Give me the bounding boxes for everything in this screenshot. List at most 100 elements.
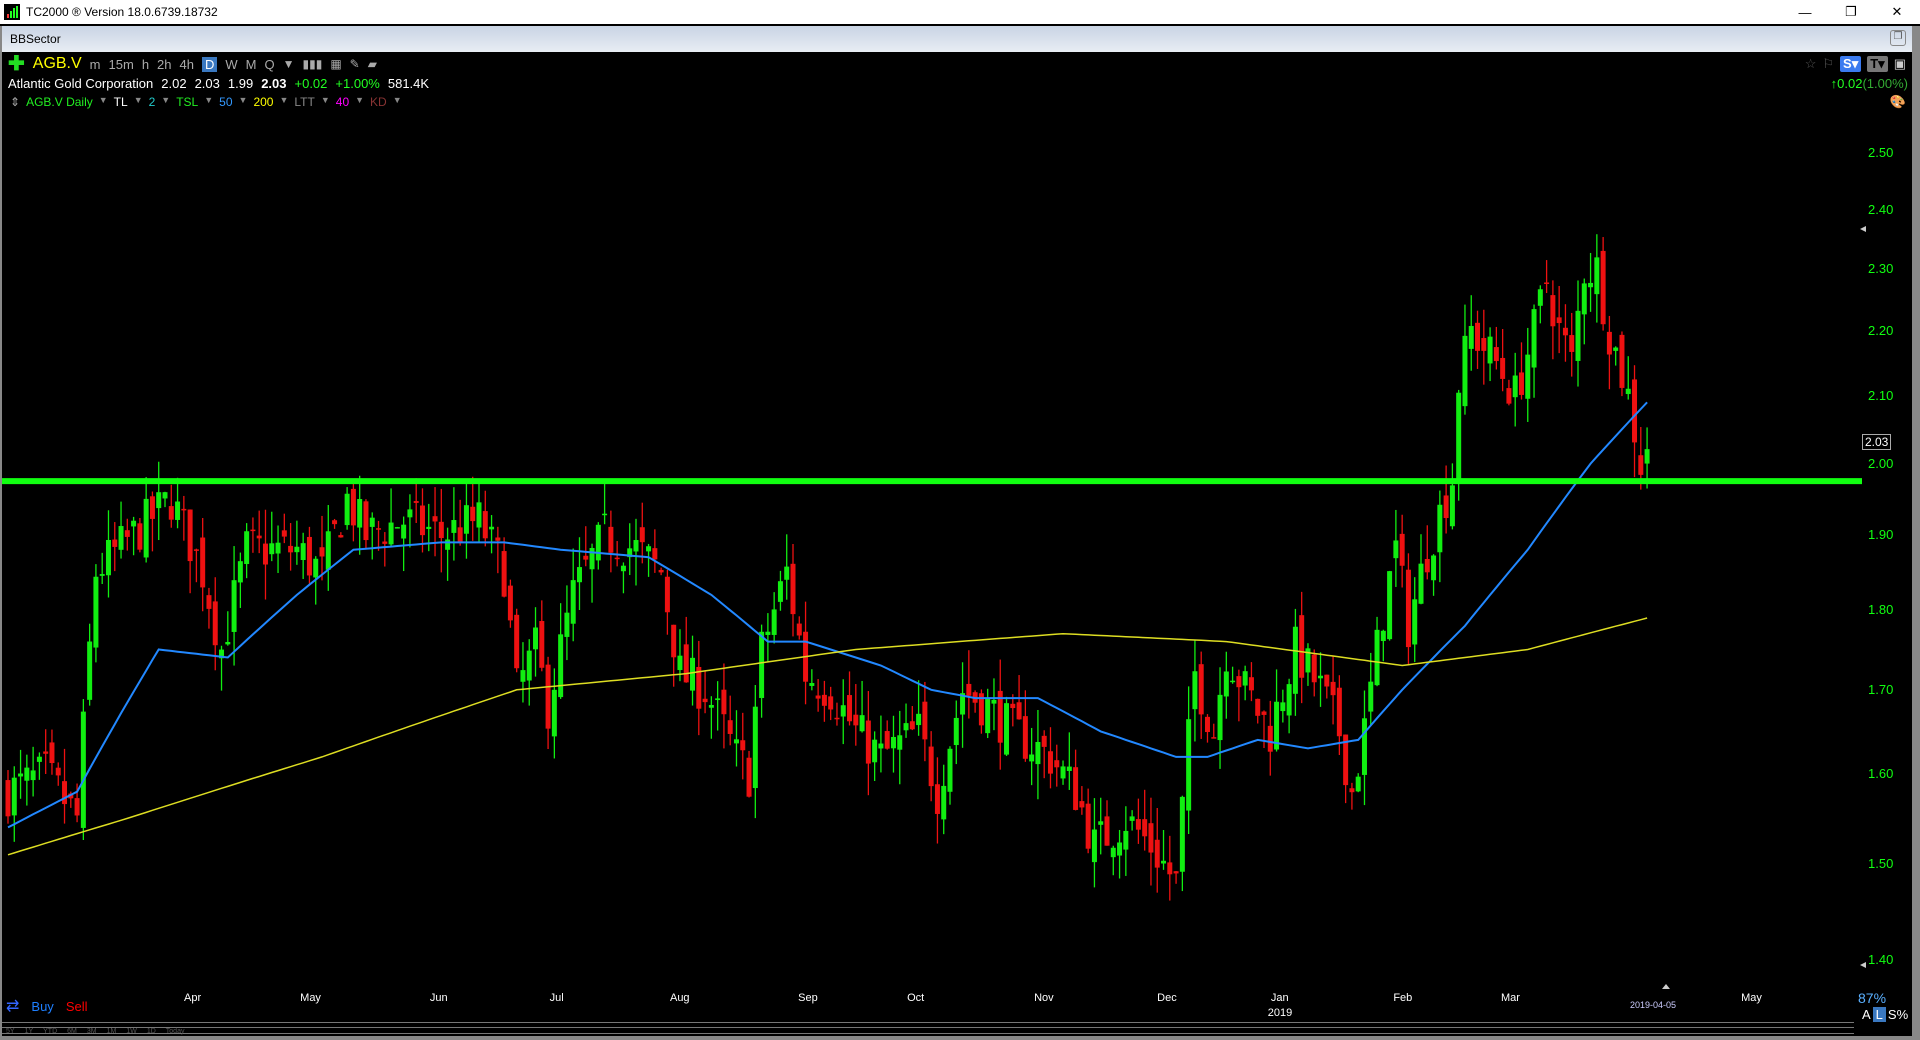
- year-label: 2019: [1267, 1007, 1293, 1019]
- calendar-icon[interactable]: ▦: [330, 57, 341, 71]
- candle-body: [934, 784, 940, 814]
- star-icon[interactable]: ☆: [1805, 56, 1817, 72]
- indicator-6[interactable]: LTT: [294, 95, 314, 109]
- indicator-1[interactable]: TL: [114, 95, 128, 109]
- dropdown-icon[interactable]: ▼: [161, 95, 170, 109]
- timeframe-4h[interactable]: 4h: [180, 57, 194, 72]
- candle-body: [363, 501, 369, 541]
- scale-log[interactable]: L: [1872, 1007, 1886, 1022]
- date-marker-icon: [1662, 984, 1670, 989]
- zoom-level[interactable]: 87%: [1858, 990, 1886, 1006]
- add-symbol-icon[interactable]: ✚: [8, 54, 25, 74]
- swap-icon[interactable]: ⇄: [6, 996, 19, 1016]
- candle-body: [225, 641, 231, 645]
- candle-body: [1047, 751, 1053, 774]
- timeframe-2h[interactable]: 2h: [157, 57, 171, 72]
- range-YTD[interactable]: YTD: [43, 1028, 57, 1035]
- range-1Y[interactable]: 1Y: [25, 1028, 34, 1035]
- candle-body: [463, 505, 469, 534]
- timeframe-W[interactable]: W: [225, 57, 237, 72]
- symbol-label[interactable]: AGB.V: [33, 55, 82, 73]
- candle-body: [1518, 372, 1524, 395]
- folder-icon[interactable]: ▰: [368, 57, 377, 71]
- candle-body: [1022, 716, 1028, 759]
- indicator-8[interactable]: KD: [370, 95, 387, 109]
- range-1W[interactable]: 1W: [126, 1028, 137, 1035]
- candle-body: [1286, 684, 1292, 716]
- dropdown-icon[interactable]: ▼: [283, 57, 295, 71]
- price-chart[interactable]: [0, 0, 1920, 1040]
- candle-body: [909, 721, 915, 730]
- candle-body: [1456, 392, 1462, 481]
- save-icon[interactable]: ▣: [1894, 56, 1906, 72]
- flag-icon[interactable]: ⚐: [1822, 56, 1834, 72]
- scale-percent[interactable]: S%: [1888, 1007, 1908, 1022]
- range-3M[interactable]: 3M: [87, 1028, 97, 1035]
- indicator-4[interactable]: 50: [219, 95, 232, 109]
- candle-body: [1424, 558, 1430, 573]
- scrollbar[interactable]: [2, 1027, 1854, 1028]
- candle-body: [1500, 357, 1506, 379]
- candle-body: [457, 527, 463, 543]
- range-5Y[interactable]: 5Y: [6, 1028, 15, 1035]
- change-pct: +1.00%: [335, 76, 380, 91]
- candle-body: [859, 715, 865, 732]
- indicator-2[interactable]: 2: [149, 95, 156, 109]
- dropdown-icon[interactable]: ▼: [134, 95, 143, 109]
- candle-body: [237, 561, 243, 583]
- candle-body: [890, 736, 896, 749]
- trade-controls: ⇄ Buy Sell: [6, 996, 88, 1016]
- timeframe-D[interactable]: D: [201, 56, 218, 72]
- dropdown-icon[interactable]: ▼: [321, 95, 330, 109]
- candle-body: [30, 770, 36, 781]
- dropdown-icon[interactable]: ▼: [393, 95, 402, 109]
- candle-body: [1148, 823, 1154, 853]
- dropdown-icon[interactable]: ▼: [279, 95, 288, 109]
- candle-body: [162, 492, 168, 499]
- timeframe-15m[interactable]: 15m: [109, 57, 134, 72]
- bar-chart-icon[interactable]: ▮▮▮: [303, 57, 323, 71]
- indicator-7[interactable]: 40: [336, 95, 349, 109]
- candle-body: [168, 506, 174, 520]
- s-menu-icon[interactable]: S▾: [1840, 56, 1862, 72]
- pencil-icon[interactable]: ✎: [350, 57, 360, 71]
- candle-body: [1606, 331, 1612, 355]
- buy-button[interactable]: Buy: [31, 999, 53, 1014]
- candle-body: [1336, 687, 1342, 737]
- candle-body: [187, 509, 193, 562]
- timeframe-h[interactable]: h: [142, 57, 149, 72]
- last-price-tag: 2.03: [1862, 434, 1892, 450]
- dropdown-icon[interactable]: ▼: [239, 95, 248, 109]
- candle-body: [1198, 664, 1204, 715]
- palette-icon[interactable]: 🎨: [1890, 94, 1906, 110]
- dropdown-icon[interactable]: ▼: [355, 95, 364, 109]
- dropdown-icon[interactable]: ▼: [204, 95, 213, 109]
- sell-button[interactable]: Sell: [66, 999, 88, 1014]
- y-tick-label: 1.40: [1868, 952, 1894, 968]
- move-handle-icon[interactable]: ⇕: [10, 95, 20, 109]
- timeframe-Q[interactable]: Q: [265, 57, 275, 72]
- candle-body: [1230, 680, 1236, 683]
- dropdown-icon[interactable]: ▼: [99, 95, 108, 109]
- range-1M[interactable]: 1M: [107, 1028, 117, 1035]
- timeframe-m[interactable]: m: [90, 57, 101, 72]
- candle-body: [1085, 803, 1091, 849]
- candle-body: [401, 524, 407, 539]
- x-tick-label: Dec: [1157, 992, 1177, 1004]
- t-menu-icon[interactable]: T▾: [1867, 56, 1888, 72]
- candle-body: [137, 523, 143, 550]
- last-date-label: 2019-04-05: [1629, 1000, 1677, 1010]
- indicator-0[interactable]: AGB.V Daily: [26, 95, 93, 109]
- indicator-5[interactable]: 200: [253, 95, 273, 109]
- candle-body: [658, 569, 664, 573]
- candle-body: [1173, 871, 1179, 874]
- scale-auto[interactable]: A: [1862, 1007, 1871, 1022]
- indicator-3[interactable]: TSL: [176, 95, 198, 109]
- range-6M[interactable]: 6M: [67, 1028, 77, 1035]
- range-Today[interactable]: Today: [166, 1028, 185, 1035]
- timeframe-M[interactable]: M: [246, 57, 257, 72]
- candle-body: [325, 531, 331, 570]
- candle-body: [1361, 718, 1367, 775]
- candle-body: [834, 717, 840, 720]
- range-1D[interactable]: 1D: [147, 1028, 156, 1035]
